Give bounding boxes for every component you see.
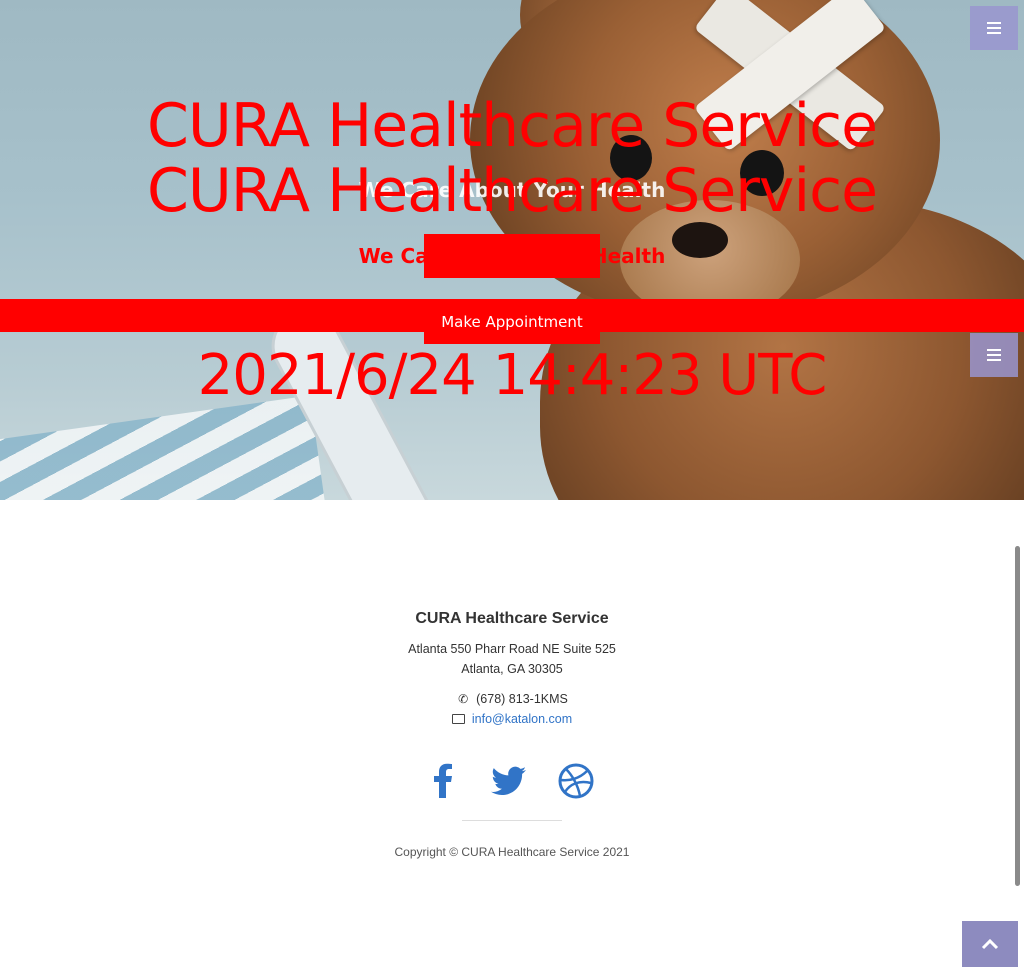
phone-row: ✆ (678) 813-1KMS: [0, 692, 1024, 706]
hero-subtitle: We Care About Your Health: [358, 244, 666, 268]
address-line-2: Atlanta, GA 30305: [461, 662, 563, 676]
hero-title-duplicate: CURA Healthcare Service: [146, 156, 878, 226]
dribbble-icon[interactable]: [553, 758, 599, 804]
hero-title: CURA Healthcare Service: [146, 91, 878, 161]
footer: CURA Healthcare Service Atlanta 550 Phar…: [0, 500, 1024, 972]
scroll-to-top-button[interactable]: [962, 921, 1018, 967]
copyright-text: Copyright © CURA Healthcare Service 2021: [394, 845, 630, 859]
hero-section: CURA Healthcare Service We Care About Yo…: [0, 0, 1024, 500]
footer-title: CURA Healthcare Service: [415, 610, 609, 627]
facebook-icon[interactable]: [420, 758, 466, 804]
chevron-up-icon: [981, 938, 999, 950]
menu-toggle-button-duplicate[interactable]: [970, 333, 1018, 377]
envelope-icon: [451, 713, 465, 724]
menu-toggle-button[interactable]: [970, 6, 1018, 50]
email-row: info@katalon.com: [0, 712, 1024, 726]
twitter-icon[interactable]: [486, 758, 532, 804]
phone-number: (678) 813-1KMS: [476, 692, 568, 706]
email-link[interactable]: info@katalon.com: [472, 712, 572, 726]
address-line-1: Atlanta 550 Pharr Road NE Suite 525: [408, 642, 616, 656]
footer-divider: [462, 820, 562, 821]
clock-display: 2021/6/24 14:4:23 UTC: [197, 343, 828, 408]
social-links: [0, 758, 1024, 804]
phone-icon: ✆: [458, 692, 469, 706]
make-appointment-button[interactable]: Make Appointment: [424, 300, 600, 344]
bars-icon: [987, 22, 1001, 34]
bars-icon: [987, 349, 1001, 361]
scrollbar[interactable]: [1015, 546, 1020, 886]
